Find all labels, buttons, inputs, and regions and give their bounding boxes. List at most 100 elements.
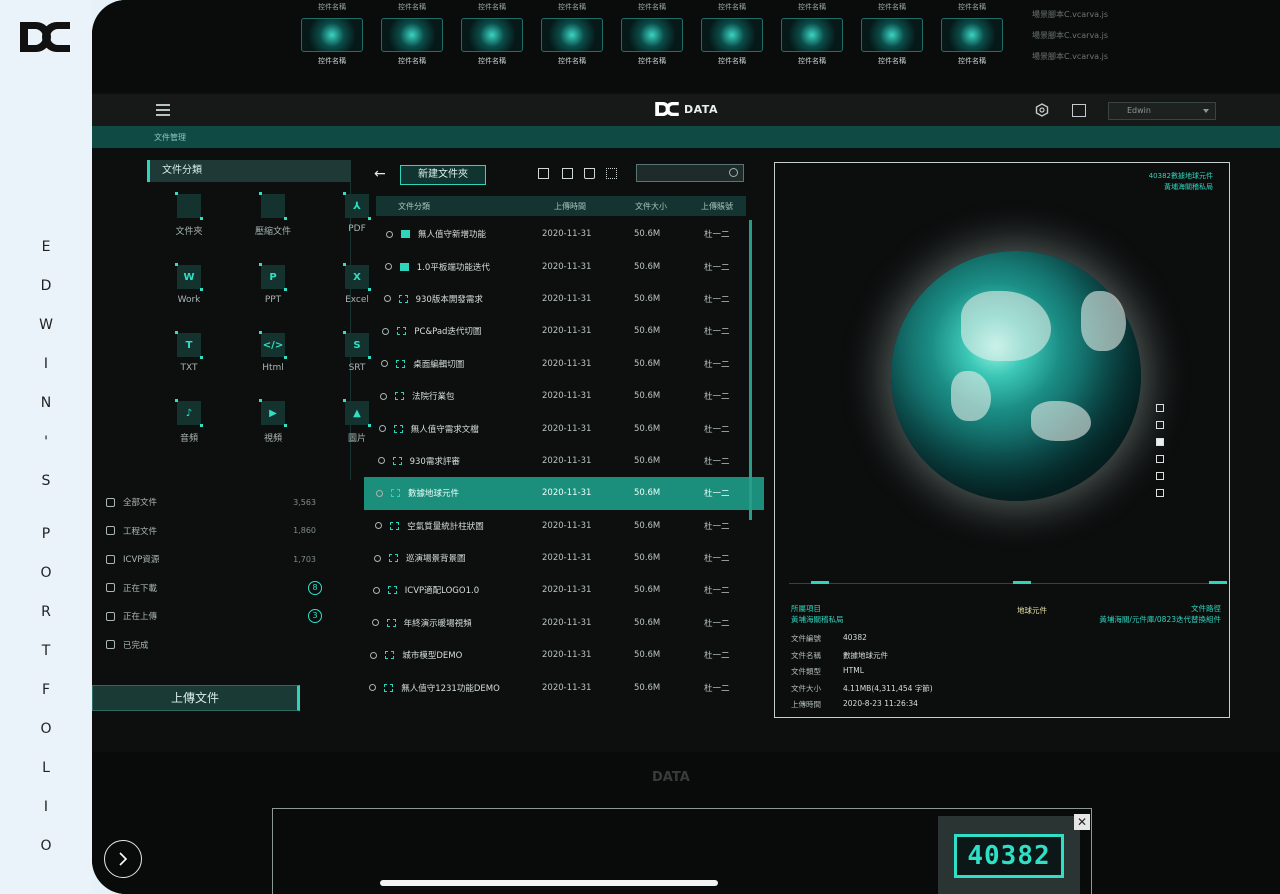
stat-item[interactable]: 正在下載 8	[106, 574, 322, 603]
file-uploader: 杜一二	[704, 651, 730, 662]
breadcrumb[interactable]: 文件管理	[154, 132, 186, 143]
back-arrow-icon[interactable]: ←	[374, 166, 386, 182]
component-thumbnail[interactable]: 控件名稱 控件名稱	[772, 0, 852, 80]
new-folder-button[interactable]: 新建文件夾	[400, 165, 486, 185]
category-item[interactable]: 文件夾	[147, 192, 231, 237]
row-radio[interactable]	[376, 489, 383, 497]
component-thumbnail[interactable]: 控件名稱 控件名稱	[532, 0, 612, 80]
table-row[interactable]: 巡演場景背景圖 2020-11-31 50.6M 杜一二	[364, 542, 764, 574]
category-item[interactable]: ♪ 音頻	[147, 399, 231, 444]
thumbnail-caption: 控件名稱	[558, 57, 586, 65]
file-date: 2020-11-31	[542, 682, 592, 693]
table-row[interactable]: 無人值守1231功能DEMO 2020-11-31 50.6M 杜一二	[364, 671, 764, 703]
page-dot[interactable]	[1156, 421, 1164, 429]
next-slide-button[interactable]	[104, 840, 142, 878]
page-dot[interactable]	[1156, 455, 1164, 463]
component-thumbnail[interactable]: 控件名稱 控件名稱	[372, 0, 452, 80]
row-radio[interactable]	[381, 360, 389, 368]
row-radio[interactable]	[377, 457, 385, 465]
category-label: Html	[262, 363, 284, 373]
new-file-icon[interactable]	[538, 168, 549, 179]
table-row[interactable]: 930版本開發需求 2020-11-31 50.6M 杜一二	[364, 283, 764, 315]
table-row-selected[interactable]: 數據地球元件 2020-11-31 50.6M 杜一二	[364, 477, 764, 510]
file-uploader: 杜一二	[704, 359, 730, 370]
preview-caption-line: 40382數據地球元件	[1148, 172, 1213, 180]
grid-view-icon[interactable]	[606, 168, 617, 179]
stat-icon	[106, 554, 115, 564]
row-radio[interactable]	[378, 425, 386, 433]
thumbnail-image	[541, 18, 603, 52]
thumbnail-caption: 控件名稱	[318, 57, 346, 65]
script-link[interactable]: 場景腳本C.vcarva.js	[1032, 4, 1108, 25]
script-link[interactable]: 場景腳本C.vcarva.js	[1032, 25, 1108, 46]
category-label: PPT	[264, 295, 282, 305]
window-icon[interactable]	[1072, 104, 1086, 117]
row-radio[interactable]	[369, 684, 377, 692]
column-header[interactable]: 文件大小	[614, 201, 688, 212]
stat-item[interactable]: 正在上傳 3	[106, 602, 322, 631]
stat-item[interactable]: 全部文件 3,563	[106, 488, 316, 517]
row-radio[interactable]	[374, 554, 381, 562]
column-header[interactable]: 上傳賬號	[688, 201, 746, 212]
page-dot[interactable]	[1156, 472, 1164, 480]
trash-icon[interactable]	[584, 168, 595, 179]
script-link[interactable]: 場景腳本C.vcarva.js	[1032, 46, 1108, 67]
column-header[interactable]: 文件分類	[376, 201, 526, 212]
table-row[interactable]: 空氣質量統計柱狀圖 2020-11-31 50.6M 杜一二	[364, 510, 764, 542]
folder-icon	[399, 262, 409, 271]
search-input[interactable]	[636, 164, 744, 182]
table-row[interactable]: 年終演示暖場視頻 2020-11-31 50.6M 杜一二	[364, 607, 764, 639]
component-thumbnail[interactable]: 控件名稱 控件名稱	[292, 0, 372, 80]
category-item[interactable]: T TXT	[147, 331, 231, 373]
settings-hex-icon[interactable]	[1035, 103, 1049, 117]
stat-item[interactable]: ICVP資源 1,703	[106, 545, 316, 574]
file-size: 50.6M	[634, 261, 661, 272]
category-item[interactable]: </> Html	[231, 331, 315, 373]
table-row[interactable]: 城市模型DEMO 2020-11-31 50.6M 杜一二	[364, 639, 764, 671]
table-row[interactable]: 1.0平板端功能迭代 2020-11-31 50.6M 杜一二	[364, 250, 764, 282]
page-dot[interactable]	[1156, 489, 1164, 497]
row-radio[interactable]	[370, 651, 378, 659]
table-row[interactable]: 桌面編輯切圖 2020-11-31 50.6M 杜一二	[364, 348, 764, 380]
close-icon[interactable]: ✕	[1074, 814, 1090, 830]
page-dot[interactable]	[1156, 404, 1164, 412]
file-list-panel: ← 新建文件夾 文件分類 上傳時間 文件大小 上傳賬號 無人值守新增功能 2020…	[364, 160, 764, 720]
stat-item[interactable]: 工程文件 1,860	[106, 517, 316, 546]
table-row[interactable]: 無人值守需求文檔 2020-11-31 50.6M 杜一二	[364, 412, 764, 444]
component-thumbnail[interactable]: 控件名稱 控件名稱	[692, 0, 772, 80]
category-item[interactable]: W Work	[147, 263, 231, 305]
stat-label: 工程文件	[123, 526, 158, 537]
category-item[interactable]: ▶ 視頻	[231, 399, 315, 444]
home-indicator[interactable]	[380, 880, 718, 886]
upload-file-button[interactable]: 上傳文件	[92, 685, 300, 711]
table-row[interactable]: PC&Pad迭代切圖 2020-11-31 50.6M 杜一二	[364, 315, 764, 347]
scrollbar[interactable]	[749, 220, 752, 520]
export-icon[interactable]	[562, 168, 573, 179]
component-thumbnail[interactable]: 控件名稱 控件名稱	[852, 0, 932, 80]
component-thumbnail[interactable]: 控件名稱 控件名稱	[612, 0, 692, 80]
row-radio[interactable]	[371, 619, 379, 627]
category-item[interactable]: 壓縮文件	[231, 192, 315, 237]
table-row[interactable]: 930需求評審 2020-11-31 50.6M 杜一二	[364, 445, 764, 477]
row-radio[interactable]	[382, 327, 390, 335]
component-thumbnail[interactable]: 控件名稱 控件名稱	[932, 0, 1012, 80]
table-row[interactable]: ICVP適配LOGO1.0 2020-11-31 50.6M 杜一二	[364, 574, 764, 606]
row-radio[interactable]	[372, 586, 380, 594]
file-icon	[391, 489, 400, 498]
table-row[interactable]: 法院行業包 2020-11-31 50.6M 杜一二	[364, 380, 764, 412]
path-value: 黃埔海關/元件庫/0823迭代替換組件	[1099, 615, 1221, 624]
column-header[interactable]: 上傳時間	[526, 201, 614, 212]
user-select[interactable]: Edwin	[1108, 102, 1216, 120]
row-radio[interactable]	[386, 230, 393, 238]
table-row[interactable]: 無人值守新增功能 2020-11-31 50.6M 杜一二	[364, 218, 764, 250]
page-dot-active[interactable]	[1156, 438, 1164, 446]
stat-item[interactable]: 已完成	[106, 631, 316, 660]
row-radio[interactable]	[380, 392, 387, 400]
menu-icon[interactable]	[156, 104, 170, 116]
row-radio[interactable]	[383, 295, 391, 303]
category-item[interactable]: P PPT	[231, 263, 315, 305]
component-thumbnail[interactable]: 控件名稱 控件名稱	[452, 0, 532, 80]
row-radio[interactable]	[375, 522, 383, 530]
category-grid: 文件夾 壓縮文件 ⅄ PDF W Work P PPT X Excel T TXT </> Html S SR…	[147, 192, 371, 444]
row-radio[interactable]	[384, 263, 392, 271]
